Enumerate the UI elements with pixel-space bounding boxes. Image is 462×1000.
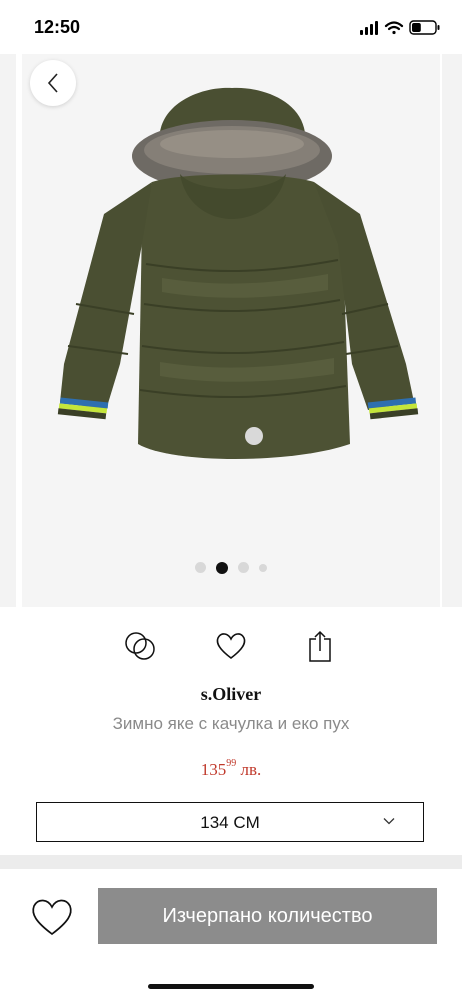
status-bar: 12:50 <box>0 0 462 54</box>
compare-rings-icon <box>125 632 155 660</box>
battery-icon <box>409 20 440 35</box>
size-selected-value: 134 CM <box>200 813 260 832</box>
status-time: 12:50 <box>34 17 81 37</box>
gallery-dot[interactable] <box>238 562 249 574</box>
product-actions <box>0 624 462 674</box>
chevron-left-icon <box>47 73 58 93</box>
status-icons <box>360 20 440 35</box>
next-image-peek[interactable] <box>442 54 462 607</box>
price-cents: 99 <box>226 758 237 769</box>
product-image-jacket <box>57 87 419 459</box>
section-divider <box>0 855 462 869</box>
gallery-main-slide[interactable] <box>22 54 440 607</box>
gallery-dot-active[interactable] <box>216 561 228 574</box>
wifi-icon <box>384 21 404 35</box>
size-selector[interactable]: 134 CM <box>36 802 424 842</box>
back-button[interactable] <box>30 60 76 106</box>
bottom-action-bar: Изчерпано количество <box>0 869 462 1000</box>
compare-button[interactable] <box>120 624 160 668</box>
price-currency: лв. <box>240 760 262 779</box>
add-to-favorites-button[interactable] <box>28 893 76 941</box>
share-icon <box>309 630 331 662</box>
home-indicator <box>148 984 314 989</box>
previous-image-peek[interactable] <box>0 54 16 607</box>
product-name: Зимно яке с качулка и еко пух <box>112 714 350 733</box>
product-price: 13599 лв. <box>0 758 462 780</box>
gallery-dot[interactable] <box>195 562 206 574</box>
price-main: 135 <box>200 760 227 779</box>
gallery-dot[interactable] <box>259 563 267 572</box>
gallery-pagination <box>0 559 462 579</box>
product-brand[interactable]: s.Oliver <box>0 684 462 705</box>
chevron-down-icon <box>383 818 395 825</box>
wishlist-button[interactable] <box>211 624 251 668</box>
image-gallery[interactable] <box>0 54 462 607</box>
sold-out-button[interactable]: Изчерпано количество <box>98 888 437 944</box>
signal-icon <box>360 21 378 35</box>
share-button[interactable] <box>300 624 340 668</box>
heart-icon <box>32 899 72 936</box>
heart-icon <box>216 633 246 660</box>
